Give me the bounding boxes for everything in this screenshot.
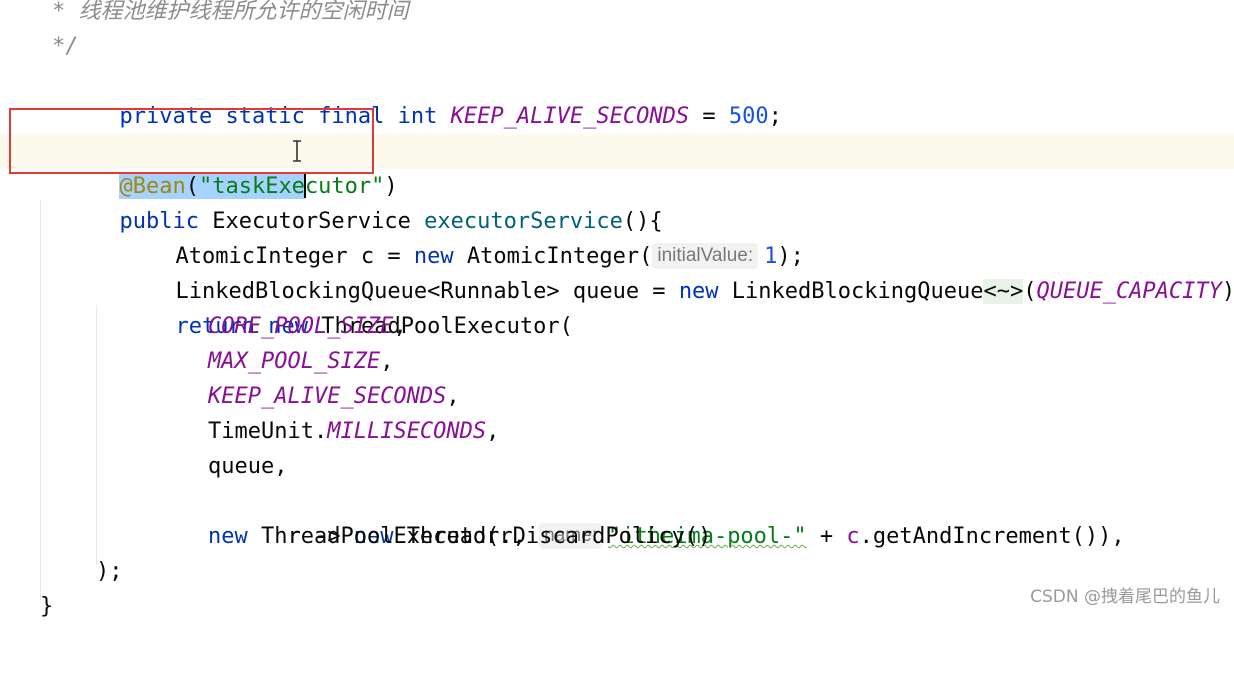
comment-star: * [52,0,66,24]
code-editor[interactable]: * 线程池维护线程所允许的空闲时间 */ private static fina… [0,0,1234,619]
code-line-arg[interactable]: KEEP_ALIVE_SECONDS, [0,379,1234,414]
code-line-empty[interactable] [0,99,1234,134]
comment-text: 线程池维护线程所允许的空闲时间 [78,0,409,24]
constant-name: MILLISECONDS [327,419,487,444]
code-line-arg[interactable]: TimeUnit.MILLISECONDS, [0,414,1234,449]
punctuation: ); [96,559,123,584]
variable: queue, [208,454,288,479]
type-name: TimeUnit. [208,419,328,444]
code-line-comment[interactable]: * 线程池维护线程所允许的空闲时间 [0,0,1234,29]
code-line-bean-annotation[interactable]: @Bean("taskExecutor") [0,134,1234,199]
code-line-thread-factory[interactable]: r -> new Thread(r, name: "itheima-pool-" … [0,484,1234,549]
punctuation: , [446,384,460,409]
constructor: ThreadPoolExecutor.DiscardPolicy() [247,524,712,549]
punctuation: } [40,594,54,619]
code-line-queue[interactable]: LinkedBlockingQueue<Runnable> queue = ne… [0,239,1234,304]
code-line-arg[interactable]: CORE_POOL_SIZE, [0,309,1234,344]
code-line-comment-end[interactable]: */ [0,29,1234,64]
code-line-keep-alive[interactable]: private static final int KEEP_ALIVE_SECO… [0,64,1234,129]
code-line-return[interactable]: return new ThreadPoolExecutor( [0,274,1234,339]
constant-name: MAX_POOL_SIZE [208,349,381,374]
watermark: CSDN @拽着尾巴的鱼儿 [1030,587,1220,607]
ibeam-cursor-icon [293,140,301,162]
punctuation: , [380,349,394,374]
constant-name: KEEP_ALIVE_SECONDS [208,384,447,409]
constant-name: CORE_POOL_SIZE [208,314,394,339]
code-line-method-signature[interactable]: public ExecutorService executorService()… [0,169,1234,234]
comment-end: */ [52,34,79,59]
code-line-arg[interactable]: queue, [0,449,1234,484]
code-line-atomic-integer[interactable]: AtomicInteger c = new AtomicInteger(init… [0,204,1234,269]
code-line-arg[interactable]: MAX_POOL_SIZE, [0,344,1234,379]
code-line-discard-policy[interactable]: new ThreadPoolExecutor.DiscardPolicy() [0,519,1234,554]
punctuation: , [486,419,500,444]
keyword: new [208,524,248,549]
punctuation: , [393,314,407,339]
